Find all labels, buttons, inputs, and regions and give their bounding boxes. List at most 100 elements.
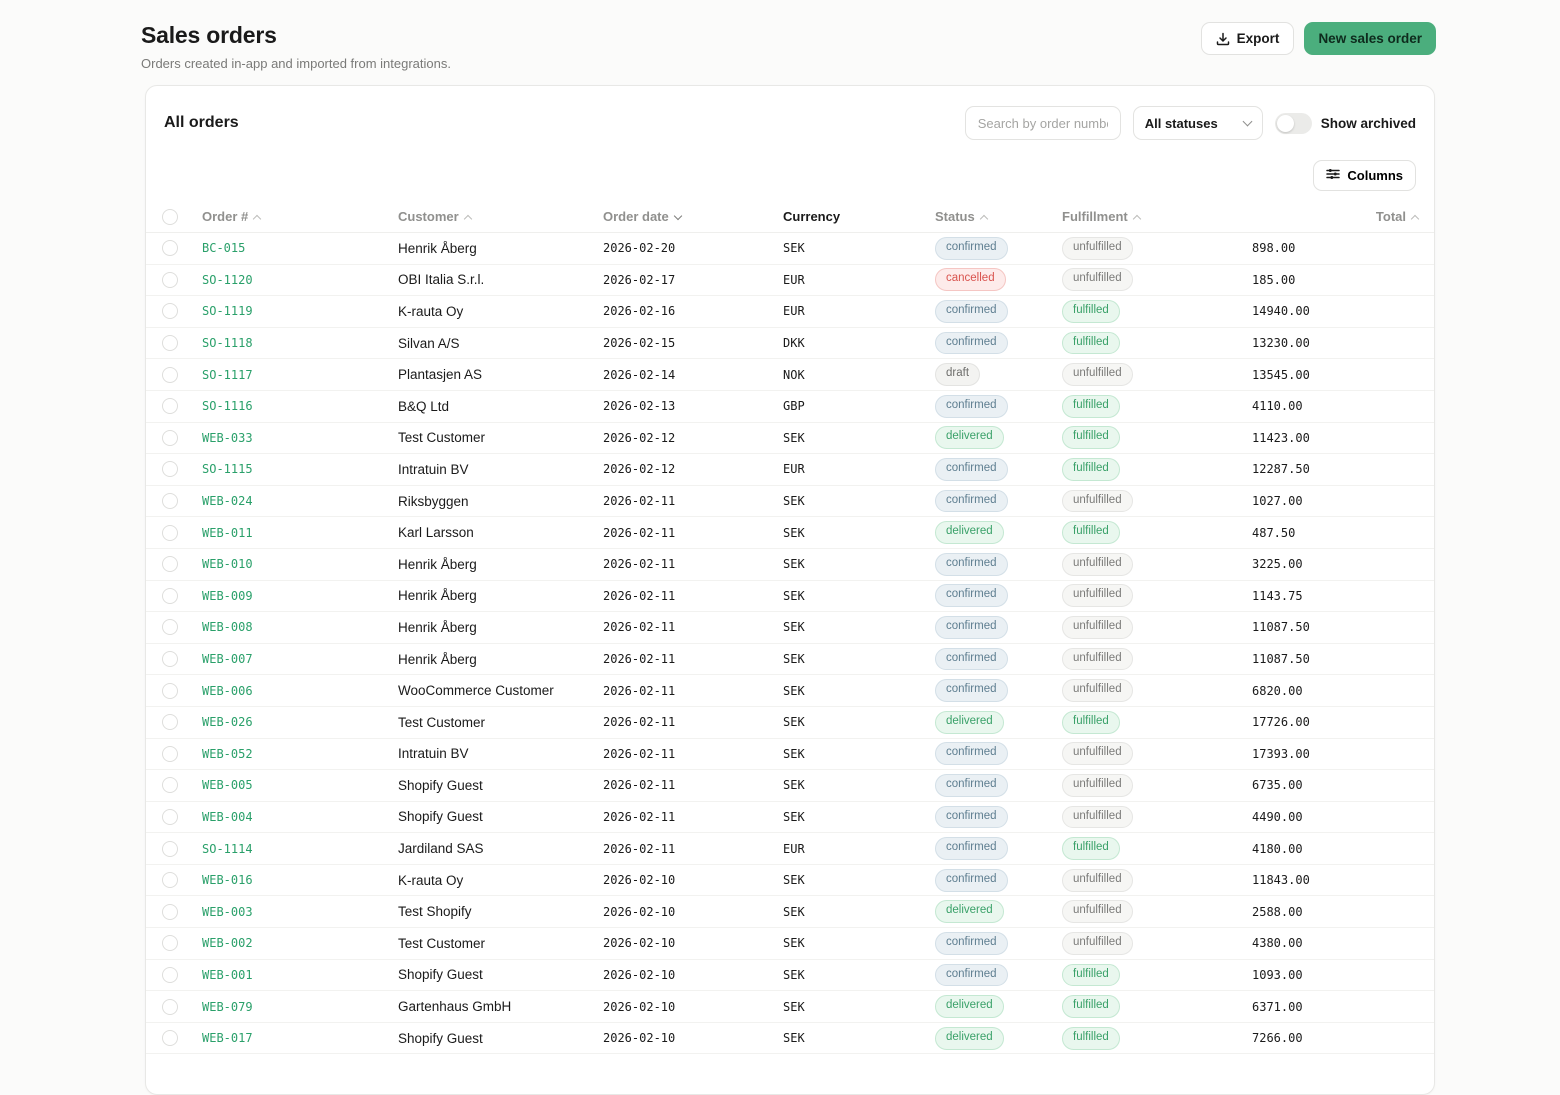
row-checkbox[interactable]: [162, 935, 178, 952]
row-checkbox[interactable]: [162, 903, 178, 920]
row-checkbox[interactable]: [162, 303, 178, 320]
row-checkbox[interactable]: [162, 271, 178, 288]
order-number-link[interactable]: SO-1116: [202, 399, 398, 413]
order-number-link[interactable]: BC-015: [202, 241, 398, 255]
row-checkbox[interactable]: [162, 240, 178, 257]
table-row[interactable]: SO-1117 Plantasjen AS 2026-02-14 NOK dra…: [146, 359, 1434, 391]
order-date-cell: 2026-02-10: [603, 936, 676, 951]
table-row[interactable]: SO-1118 Silvan A/S 2026-02-15 DKK confir…: [146, 328, 1434, 360]
col-header-total[interactable]: Total: [1252, 209, 1420, 224]
order-number-link[interactable]: SO-1119: [202, 304, 398, 318]
row-checkbox[interactable]: [162, 651, 178, 668]
customer-cell: Shopify Guest: [398, 1030, 483, 1046]
export-button[interactable]: Export: [1200, 22, 1295, 55]
order-number-link[interactable]: WEB-024: [202, 494, 398, 508]
table-row[interactable]: WEB-001 Shopify Guest 2026-02-10 SEK con…: [146, 960, 1434, 992]
search-input[interactable]: [964, 106, 1121, 140]
row-checkbox[interactable]: [162, 524, 178, 541]
order-number-link[interactable]: SO-1118: [202, 336, 398, 350]
table-row[interactable]: SO-1115 Intratuin BV 2026-02-12 EUR conf…: [146, 454, 1434, 486]
table-row[interactable]: WEB-052 Intratuin BV 2026-02-11 SEK conf…: [146, 739, 1434, 771]
order-number-link[interactable]: WEB-009: [202, 589, 398, 603]
table-row[interactable]: WEB-002 Test Customer 2026-02-10 SEK con…: [146, 928, 1434, 960]
col-header-currency[interactable]: Currency: [783, 209, 935, 224]
row-checkbox[interactable]: [162, 619, 178, 636]
order-number-link[interactable]: WEB-016: [202, 873, 398, 887]
col-header-order-date[interactable]: Order date: [603, 209, 783, 224]
col-header-customer[interactable]: Customer: [398, 209, 603, 224]
table-row[interactable]: BC-015 Henrik Åberg 2026-02-20 SEK confi…: [146, 233, 1434, 265]
table-row[interactable]: WEB-009 Henrik Åberg 2026-02-11 SEK conf…: [146, 581, 1434, 613]
row-checkbox[interactable]: [162, 808, 178, 825]
row-checkbox-cell: [162, 619, 202, 636]
row-checkbox[interactable]: [162, 682, 178, 699]
order-number-link[interactable]: WEB-052: [202, 747, 398, 761]
row-checkbox[interactable]: [162, 998, 178, 1015]
table-row[interactable]: WEB-024 Riksbyggen 2026-02-11 SEK confir…: [146, 486, 1434, 518]
row-checkbox[interactable]: [162, 493, 178, 510]
table-row[interactable]: WEB-010 Henrik Åberg 2026-02-11 SEK conf…: [146, 549, 1434, 581]
customer-cell: Henrik Åberg: [398, 588, 477, 604]
table-row[interactable]: WEB-033 Test Customer 2026-02-12 SEK del…: [146, 423, 1434, 455]
table-row[interactable]: WEB-003 Test Shopify 2026-02-10 SEK deli…: [146, 896, 1434, 929]
row-checkbox[interactable]: [162, 966, 178, 983]
row-checkbox[interactable]: [162, 587, 178, 604]
order-date-cell: 2026-02-11: [603, 715, 676, 730]
table-row[interactable]: SO-1116 B&Q Ltd 2026-02-13 GBP confirmed…: [146, 391, 1434, 423]
order-number-link[interactable]: WEB-007: [202, 652, 398, 666]
total-cell: 898.00: [1252, 241, 1296, 256]
table-row[interactable]: SO-1114 Jardiland SAS 2026-02-11 EUR con…: [146, 833, 1434, 865]
order-number-link[interactable]: WEB-026: [202, 715, 398, 729]
order-number-link[interactable]: WEB-006: [202, 684, 398, 698]
table-row[interactable]: WEB-011 Karl Larsson 2026-02-11 SEK deli…: [146, 517, 1434, 549]
row-checkbox[interactable]: [162, 840, 178, 857]
order-number-link[interactable]: WEB-010: [202, 557, 398, 571]
table-row[interactable]: WEB-006 WooCommerce Customer 2026-02-11 …: [146, 675, 1434, 707]
table-row[interactable]: SO-1120 OBI Italia S.r.l. 2026-02-17 EUR…: [146, 265, 1434, 297]
row-checkbox[interactable]: [162, 777, 178, 794]
order-number-link[interactable]: SO-1117: [202, 368, 398, 382]
row-checkbox[interactable]: [162, 461, 178, 478]
total-cell: 6371.00: [1252, 999, 1303, 1014]
col-header-fulfillment[interactable]: Fulfillment: [1062, 209, 1252, 224]
order-number-link[interactable]: WEB-004: [202, 810, 398, 824]
order-number-link[interactable]: SO-1115: [202, 462, 398, 476]
table-row[interactable]: WEB-026 Test Customer 2026-02-11 SEK del…: [146, 707, 1434, 739]
row-checkbox[interactable]: [162, 714, 178, 731]
new-sales-order-button[interactable]: New sales order: [1304, 22, 1436, 55]
order-number-link[interactable]: WEB-017: [202, 1031, 398, 1045]
row-checkbox[interactable]: [162, 398, 178, 415]
order-number-link[interactable]: WEB-008: [202, 620, 398, 634]
order-number-link[interactable]: SO-1114: [202, 842, 398, 856]
table-row[interactable]: WEB-016 K-rauta Oy 2026-02-10 SEK confir…: [146, 865, 1434, 897]
status-cell: confirmed: [935, 458, 1062, 481]
table-row[interactable]: WEB-079 Gartenhaus GmbH 2026-02-10 SEK d…: [146, 991, 1434, 1023]
table-row[interactable]: WEB-007 Henrik Åberg 2026-02-11 SEK conf…: [146, 644, 1434, 676]
row-checkbox[interactable]: [162, 872, 178, 889]
order-number-link[interactable]: WEB-005: [202, 778, 398, 792]
order-number-link[interactable]: SO-1120: [202, 273, 398, 287]
table-row[interactable]: WEB-005 Shopify Guest 2026-02-11 SEK con…: [146, 770, 1434, 802]
status-filter-select[interactable]: All statuses: [1132, 106, 1263, 140]
order-number-link[interactable]: WEB-003: [202, 905, 398, 919]
columns-button[interactable]: Columns: [1313, 160, 1416, 191]
status-cell: confirmed: [935, 236, 1062, 260]
row-checkbox[interactable]: [162, 335, 178, 352]
row-checkbox[interactable]: [162, 556, 178, 573]
row-checkbox[interactable]: [162, 429, 178, 446]
order-number-link[interactable]: WEB-079: [202, 1000, 398, 1014]
order-number-link[interactable]: WEB-002: [202, 936, 398, 950]
col-header-order[interactable]: Order #: [202, 209, 398, 224]
show-archived-toggle[interactable]: [1274, 112, 1312, 134]
order-number-link[interactable]: WEB-001: [202, 968, 398, 982]
row-checkbox[interactable]: [162, 745, 178, 762]
select-all-checkbox[interactable]: [162, 208, 178, 225]
table-row[interactable]: SO-1119 K-rauta Oy 2026-02-16 EUR confir…: [146, 296, 1434, 328]
order-number-link[interactable]: WEB-033: [202, 431, 398, 445]
row-checkbox[interactable]: [162, 1030, 178, 1047]
table-row[interactable]: WEB-004 Shopify Guest 2026-02-11 SEK con…: [146, 802, 1434, 834]
order-number-link[interactable]: WEB-011: [202, 526, 398, 540]
col-header-status[interactable]: Status: [935, 209, 1062, 224]
table-row[interactable]: WEB-008 Henrik Åberg 2026-02-11 SEK conf…: [146, 612, 1434, 644]
row-checkbox[interactable]: [162, 366, 178, 383]
